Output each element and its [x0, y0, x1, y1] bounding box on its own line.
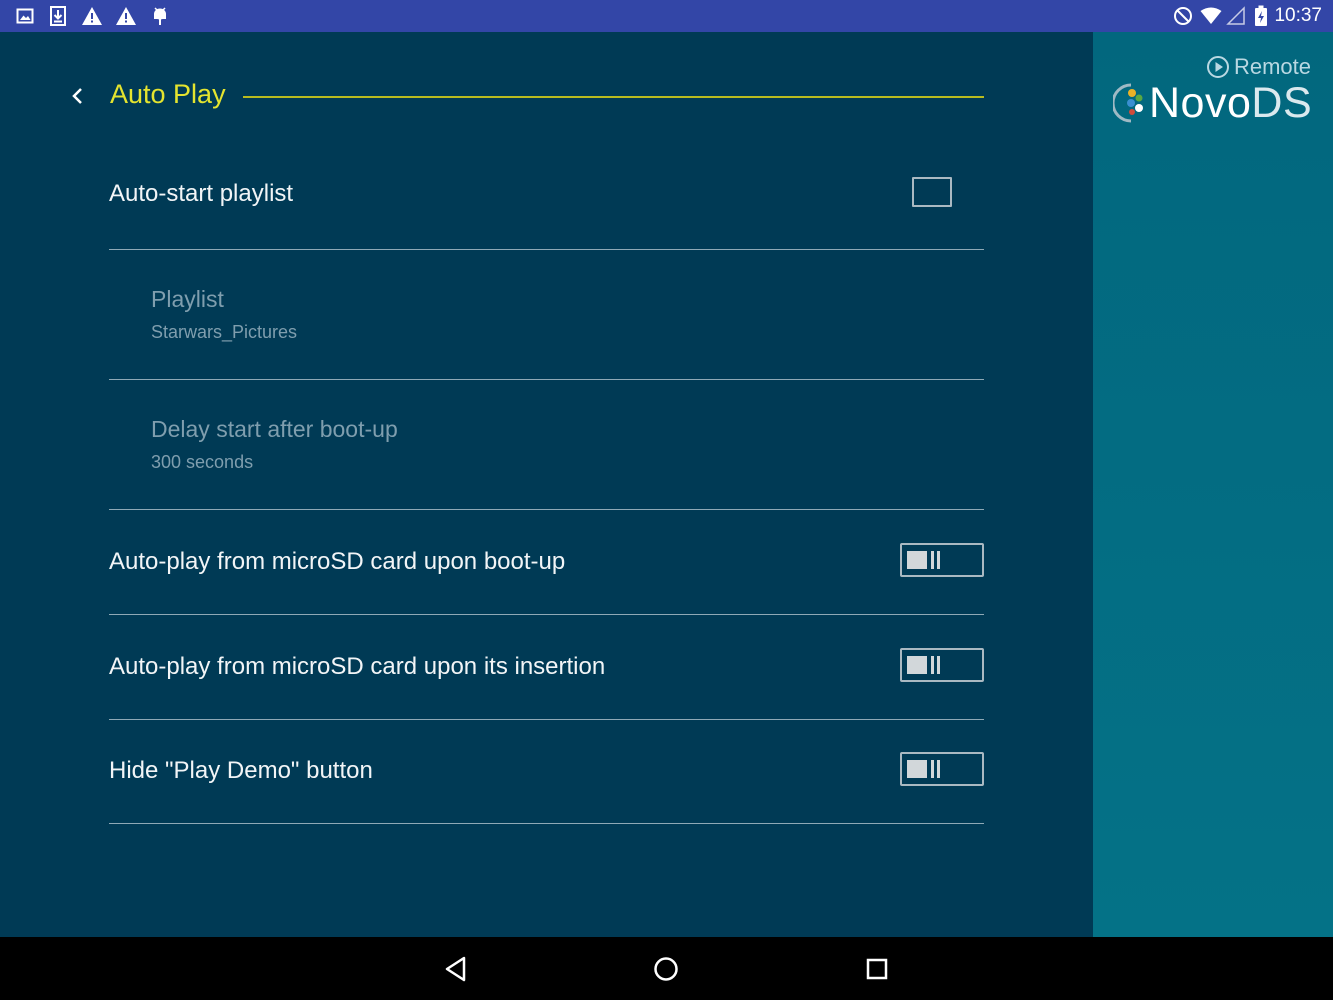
setting-label: Playlist — [151, 286, 224, 312]
wifi-icon — [1200, 5, 1222, 27]
hide-play-demo-toggle[interactable] — [900, 752, 984, 786]
cell-signal-icon — [1225, 5, 1247, 27]
novods-logo: NovoDS — [1113, 79, 1312, 127]
setting-label: Delay start after boot-up — [151, 416, 398, 442]
setting-delay-start[interactable]: Delay start after boot-up 300 seconds — [109, 380, 984, 510]
setting-label: Hide "Play Demo" button — [109, 757, 373, 784]
setting-autoplay-insertion[interactable]: Auto-play from microSD card upon its ins… — [109, 615, 984, 720]
warning-icon — [81, 5, 103, 27]
setting-label: Auto-start playlist — [109, 180, 294, 207]
gallery-icon — [14, 5, 36, 27]
toggle-thumb — [907, 656, 927, 674]
status-time: 10:37 — [1274, 5, 1322, 26]
back-triangle-icon[interactable] — [441, 954, 471, 984]
setting-value: Starwars_Pictures — [151, 322, 298, 342]
navigation-bar — [0, 937, 1333, 1000]
chevron-left-icon[interactable] — [66, 82, 90, 110]
setting-autoplay-boot[interactable]: Auto-play from microSD card upon boot-up — [109, 510, 984, 615]
status-bar: 10:37 — [0, 0, 1333, 32]
toggle-bar — [937, 656, 940, 674]
setting-value: 300 seconds — [151, 452, 254, 472]
toggle-bar — [931, 551, 934, 569]
download-icon — [47, 5, 69, 27]
toggle-thumb — [907, 551, 927, 569]
toggle-bar — [931, 760, 934, 778]
remote-badge[interactable]: Remote — [1206, 54, 1311, 80]
auto-start-checkbox[interactable] — [912, 177, 952, 207]
setting-auto-start-playlist[interactable]: Auto-start playlist — [109, 142, 984, 250]
toggle-bar — [931, 656, 934, 674]
autoplay-boot-toggle[interactable] — [900, 543, 984, 577]
toggle-bar — [937, 551, 940, 569]
autoplay-insertion-toggle[interactable] — [900, 648, 984, 682]
page-header: Auto Play — [0, 32, 1093, 142]
remote-label: Remote — [1233, 54, 1311, 79]
page-title: Auto Play — [110, 79, 226, 109]
brand-name-bold: Novo — [1149, 79, 1252, 127]
toggle-thumb — [907, 760, 927, 778]
novo-logo-icon — [1113, 83, 1143, 123]
recents-square-icon[interactable] — [862, 954, 892, 984]
toggle-bar — [937, 760, 940, 778]
android-debug-icon — [149, 5, 171, 27]
setting-playlist[interactable]: Playlist Starwars_Pictures — [109, 250, 984, 380]
brand-name-thin: DS — [1251, 79, 1313, 127]
play-circle-icon — [1206, 56, 1229, 78]
setting-hide-play-demo[interactable]: Hide "Play Demo" button — [109, 720, 984, 824]
home-circle-icon[interactable] — [651, 954, 681, 984]
battery-charging-icon — [1250, 5, 1272, 27]
title-divider — [243, 96, 984, 98]
settings-panel: Auto Play Auto-start playlist Playlist S… — [0, 32, 1093, 937]
brand-panel: Remote NovoDS — [1093, 32, 1333, 937]
setting-label: Auto-play from microSD card upon boot-up — [109, 548, 566, 575]
do-not-disturb-icon — [1172, 5, 1194, 27]
setting-label: Auto-play from microSD card upon its ins… — [109, 653, 606, 680]
warning-icon — [115, 5, 137, 27]
brand-name: NovoDS — [1149, 79, 1312, 127]
